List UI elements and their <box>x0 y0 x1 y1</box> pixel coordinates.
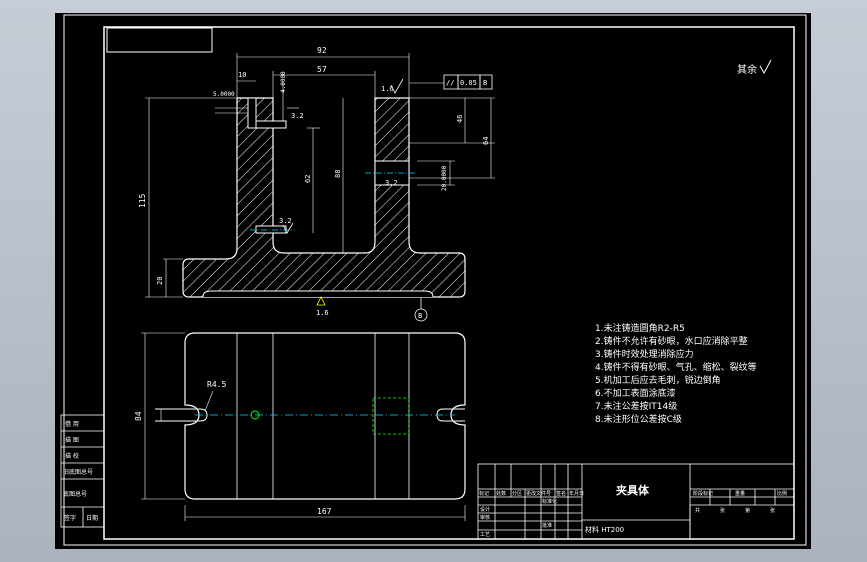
tb-role-2: 工艺 <box>480 532 490 538</box>
dim-left-top: 10 <box>238 71 246 79</box>
tb-label-3: 更改文件号 <box>526 490 551 497</box>
side-table-6: 日期 <box>86 514 98 522</box>
hidden-pocket <box>372 397 410 435</box>
tb-label-5: 年月日 <box>569 490 584 497</box>
tb-sheet-1: 张 <box>720 507 725 514</box>
side-table-4: 底图总号 <box>63 490 87 498</box>
plan-view: R4.5 167 84 <box>134 332 466 521</box>
tolerance-value: 0.05 <box>460 79 477 87</box>
plan-radius: R4.5 <box>207 380 226 389</box>
rough-b: 3.2 <box>291 112 304 120</box>
rough-e: 1.6 <box>316 309 329 317</box>
dim-right-c: 20.0000 <box>441 165 448 191</box>
roughness-note: 其余 <box>737 63 757 76</box>
side-table-2: 描 校 <box>65 452 79 460</box>
title-block <box>477 463 795 540</box>
top-left-code-box <box>106 27 213 53</box>
note-1: 1.未注铸造圆角R2-R5 <box>595 322 685 334</box>
tb-label-4: 签名 <box>556 490 566 497</box>
dim-right-a: 46 <box>456 115 464 123</box>
note-7: 7.未注公差按IT14级 <box>595 400 677 412</box>
tb-role-0: 设计 <box>480 506 490 513</box>
material-label: 材料 HT200 <box>585 525 624 534</box>
drawing-viewport[interactable]: 其余 92 57 10 5.0000 4.0000 115 20 62 88 4… <box>55 13 811 549</box>
note-6: 6.不加工表面涂底漆 <box>595 387 676 399</box>
roughness-symbol-icon <box>759 59 772 75</box>
tb-sheet-2: 第 <box>745 507 750 514</box>
tb-label-1: 处数 <box>496 490 506 497</box>
dim-height-mid: 88 <box>334 170 342 178</box>
rough-c: 3.2 <box>385 179 398 187</box>
plan-height: 84 <box>134 411 143 421</box>
dim-small-b: 4.0000 <box>280 71 287 93</box>
tolerance-frame: // 0.05 B <box>409 74 493 90</box>
tb-sheet-0: 共 <box>695 507 700 514</box>
tb-sheet-3: 张 <box>770 507 775 514</box>
side-table-1: 描 图 <box>65 436 79 444</box>
drawing-title: 夹具体 <box>616 483 650 497</box>
note-3: 3.铸件时效处理消除应力 <box>595 348 694 360</box>
technical-notes: 1.未注铸造圆角R2-R5 2.铸件不允许有砂眼，水口应消除平整 3.铸件时效处… <box>595 322 757 425</box>
dim-height-base: 20 <box>156 277 164 285</box>
note-2: 2.铸件不允许有砂眼，水口应消除平整 <box>595 335 748 347</box>
tb-stage-2: 比例 <box>777 490 787 497</box>
side-table-0: 借 用 <box>65 420 79 428</box>
note-4: 4.铸件不得有砂眼、气孔、缩松、裂纹等 <box>595 361 757 373</box>
tolerance-datum: B <box>483 79 487 87</box>
tolerance-symbol: // <box>446 79 454 87</box>
tb-std-label: 标准化 <box>542 498 557 505</box>
tb-label-0: 标记 <box>479 490 489 497</box>
note-8: 8.未注形位公差按C级 <box>595 413 682 425</box>
note-5: 5.机加工后应去毛刺，锐边倒角 <box>595 374 721 386</box>
dim-small-a: 5.0000 <box>213 91 235 98</box>
dim-height-total: 115 <box>138 193 147 208</box>
front-view: 92 57 10 5.0000 4.0000 115 20 62 88 46 6… <box>138 46 495 322</box>
cad-drawing[interactable]: 其余 92 57 10 5.0000 4.0000 115 20 62 88 4… <box>55 13 811 549</box>
side-table-3: 旧底图总号 <box>63 468 93 476</box>
side-table-5: 签字 <box>64 514 76 522</box>
plan-width: 167 <box>317 507 332 516</box>
tb-stage-0: 阶段标记 <box>693 490 713 497</box>
dim-width-inner: 57 <box>317 65 327 74</box>
datum-label: B <box>418 312 422 320</box>
tb-role-1: 审核 <box>480 514 490 521</box>
tb-label-2: 分区 <box>512 490 522 497</box>
dim-width-top: 92 <box>317 46 327 55</box>
plan-outline <box>184 332 466 500</box>
tb-approve: 批准 <box>542 522 552 529</box>
section-body <box>182 97 466 298</box>
dim-right-b: 64 <box>482 137 490 145</box>
dim-height-slot: 62 <box>304 175 312 183</box>
tb-stage-1: 重量 <box>735 490 745 497</box>
rough-d: 3.2 <box>279 217 292 225</box>
